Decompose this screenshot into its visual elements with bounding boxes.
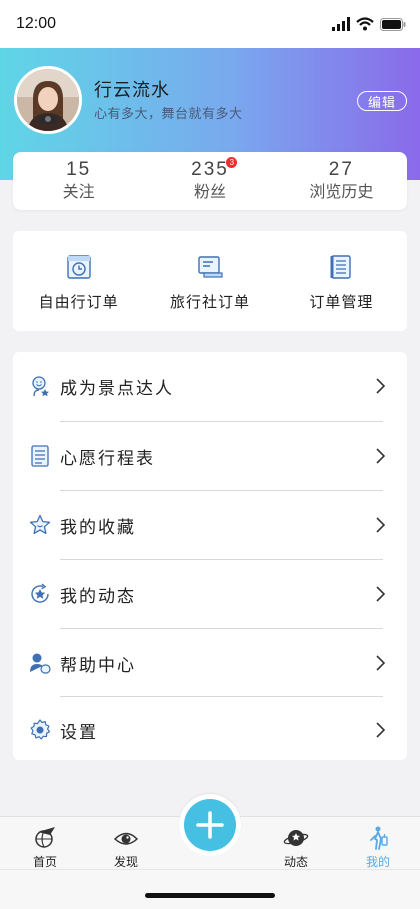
order-label: 旅行社订单 <box>169 293 250 311</box>
chevron-right-icon <box>376 722 385 738</box>
menu-label: 设置 <box>60 722 98 743</box>
tab-label: 我的 <box>365 855 390 869</box>
menu-item-wishlist[interactable]: 心愿行程表 <box>13 422 407 490</box>
menu-item-expert[interactable]: 成为景点达人 <box>13 352 407 420</box>
menu-label: 我的动态 <box>60 586 136 607</box>
planet-star-icon <box>283 830 309 846</box>
stat-label: 浏览历史 <box>309 182 374 201</box>
status-bar: 12:00 <box>0 0 420 48</box>
stat-history[interactable]: 27 浏览历史 <box>276 152 407 210</box>
list-icon <box>31 445 49 467</box>
chevron-right-icon <box>376 378 385 394</box>
expert-person-icon <box>32 376 49 397</box>
monitor-icon <box>198 256 223 278</box>
stat-value: 27 <box>328 159 354 180</box>
notification-badge: 3 <box>226 157 238 168</box>
plane-globe-icon <box>35 827 55 848</box>
menu-item-settings[interactable]: 设置 <box>13 696 407 764</box>
publish-button[interactable] <box>184 799 236 851</box>
refresh-star-icon <box>31 583 49 603</box>
eye-icon <box>113 832 139 845</box>
menu-card: 成为景点达人 心愿行程表 我的收藏 我的动态 帮助中心 设置 <box>13 352 407 760</box>
gear-icon <box>30 719 51 740</box>
stat-label: 粉丝 <box>193 182 226 201</box>
status-icons <box>332 17 406 31</box>
plus-icon <box>196 811 224 839</box>
wifi-icon <box>356 17 374 31</box>
edit-profile-button[interactable]: 编辑 <box>357 91 407 111</box>
calendar-clock-icon <box>66 255 91 279</box>
star-icon <box>29 514 51 535</box>
stat-following[interactable]: 15 关注 <box>13 152 144 210</box>
menu-item-moments[interactable]: 我的动态 <box>13 560 407 628</box>
tab-home[interactable]: 首页 <box>20 825 70 870</box>
motto: 心有多大，舞台就有多大 <box>94 107 243 122</box>
traveler-icon <box>370 826 388 850</box>
menu-label: 帮助中心 <box>60 655 136 676</box>
chevron-right-icon <box>376 448 385 464</box>
menu-item-help[interactable]: 帮助中心 <box>13 629 407 697</box>
tab-mine[interactable]: 我的 <box>353 825 403 870</box>
avatar[interactable] <box>14 66 82 134</box>
tab-moments[interactable]: 动态 <box>271 825 321 870</box>
home-indicator[interactable] <box>145 893 275 898</box>
stat-value: 15 <box>66 159 92 180</box>
tab-label: 动态 <box>283 855 308 869</box>
chevron-right-icon <box>376 517 385 533</box>
orders-card: 自由行订单 旅行社订单 订单管理 <box>13 231 407 331</box>
order-free-travel[interactable]: 自由行订单 <box>13 231 144 331</box>
menu-label: 心愿行程表 <box>60 448 155 469</box>
order-label: 订单管理 <box>309 293 374 311</box>
chevron-right-icon <box>376 586 385 602</box>
home-area-divider <box>0 869 420 870</box>
menu-label: 我的收藏 <box>60 517 136 538</box>
tab-label: 发现 <box>113 855 138 869</box>
order-management[interactable]: 订单管理 <box>276 231 407 331</box>
fab-container <box>179 794 241 856</box>
tab-label: 首页 <box>32 855 57 869</box>
username: 行云流水 <box>94 80 170 101</box>
menu-label: 成为景点达人 <box>60 378 174 399</box>
tab-discover[interactable]: 发现 <box>101 825 151 870</box>
status-time: 12:00 <box>16 15 57 32</box>
notebook-icon <box>330 255 352 279</box>
chevron-right-icon <box>376 655 385 671</box>
menu-item-favorites[interactable]: 我的收藏 <box>13 491 407 559</box>
stats-card: 15 关注 235 粉丝 3 27 浏览历史 <box>13 152 407 210</box>
signal-icon <box>332 17 350 31</box>
stat-value: 235 <box>191 159 229 180</box>
help-user-icon <box>30 653 51 674</box>
order-label: 自由行订单 <box>38 293 119 311</box>
stat-fans[interactable]: 235 粉丝 3 <box>144 152 275 210</box>
battery-icon <box>380 17 406 31</box>
order-agency[interactable]: 旅行社订单 <box>144 231 275 331</box>
stat-label: 关注 <box>62 182 95 201</box>
